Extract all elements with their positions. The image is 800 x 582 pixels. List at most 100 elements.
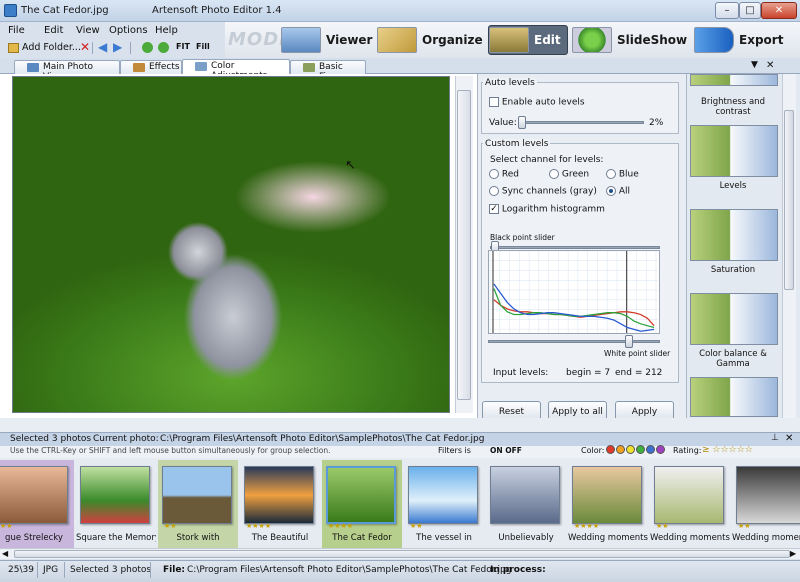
pin-icon[interactable]: ⊥	[771, 433, 779, 443]
filters-toggle[interactable]: ON OFF	[490, 446, 522, 455]
auto-levels-slider-knob[interactable]	[518, 116, 526, 129]
preset-color-balance-label[interactable]: Color balance & Gamma	[686, 349, 780, 369]
mode-export-button[interactable]: Export	[694, 25, 789, 55]
preset-saturation-label[interactable]: Saturation	[686, 265, 780, 275]
auto-levels-slider[interactable]	[518, 121, 644, 124]
arrow-left-icon[interactable]: ◀	[98, 40, 107, 54]
maximize-button[interactable]: □	[739, 2, 761, 19]
color-swatch-blue[interactable]	[646, 445, 655, 454]
mouse-cursor-icon: ↖	[345, 158, 356, 173]
mode-edit-button[interactable]: Edit	[488, 25, 568, 55]
fit-button[interactable]: FIT	[176, 42, 190, 51]
log-histogram-row[interactable]: ✓ Logarithm histogramm	[489, 204, 605, 215]
gallery-rating: ★★	[410, 522, 423, 530]
gallery-item[interactable]: ★★ The vessel in	[404, 460, 484, 548]
color-swatch-red[interactable]	[606, 445, 615, 454]
preset-levels-label[interactable]: Levels	[686, 181, 780, 191]
preset-saturation-thumb[interactable]	[690, 209, 778, 261]
channel-red-option[interactable]: Red	[489, 169, 519, 180]
panel-splitter[interactable]	[0, 418, 800, 432]
gallery-caption: Wedding moments	[732, 533, 800, 543]
gallery-thumbnail[interactable]	[244, 466, 314, 524]
channel-red-radio[interactable]	[489, 169, 499, 179]
menu-help[interactable]: Help	[155, 25, 178, 36]
gallery-item[interactable]: ★★ Wedding moments	[732, 460, 800, 548]
channel-blue-option[interactable]: Blue	[606, 169, 639, 180]
channel-all-radio[interactable]	[606, 186, 616, 196]
preset-brightness-contrast-label[interactable]: Brightness and contrast	[686, 97, 780, 117]
add-folder-button[interactable]: Add Folder...	[22, 42, 81, 53]
enable-auto-levels-checkbox[interactable]	[489, 97, 499, 107]
filters-label: Filters is	[438, 446, 471, 455]
mode-slideshow-button[interactable]: SlideShow	[572, 25, 693, 55]
color-filter-swatches[interactable]	[606, 445, 666, 455]
current-photo-path: C:\Program Files\Artensoft Photo Editor\…	[160, 434, 485, 444]
zoom-out-icon[interactable]	[158, 42, 169, 53]
scroll-left-icon[interactable]: ◀	[2, 549, 8, 558]
gallery-thumbnail[interactable]	[654, 466, 724, 524]
channel-green-radio[interactable]	[549, 169, 559, 179]
channel-sync-radio[interactable]	[489, 186, 499, 196]
channel-green-option[interactable]: Green	[549, 169, 589, 180]
gallery-caption: Square the Memory	[76, 533, 156, 543]
gallery-item[interactable]: ★★★★ Wedding moments	[568, 460, 648, 548]
tab-dropdown-icon[interactable]: ▼	[751, 60, 758, 70]
main-photo[interactable]	[12, 76, 450, 413]
remove-icon[interactable]: ✕	[80, 40, 90, 54]
menu-edit[interactable]: Edit	[44, 25, 63, 36]
tab-color-adjustments[interactable]: Color Adjustments	[182, 59, 290, 81]
gallery-thumbnail[interactable]	[0, 466, 68, 524]
photo-scrollbar-thumb[interactable]	[457, 90, 471, 400]
preset-brightness-contrast-thumb[interactable]	[690, 74, 778, 86]
color-swatch-yellow[interactable]	[626, 445, 635, 454]
color-swatch-purple[interactable]	[656, 445, 665, 454]
gallery-caption: Wedding moments	[568, 533, 648, 543]
channel-sync-option[interactable]: Sync channels (gray)	[489, 186, 597, 197]
gallery-item[interactable]: Unbelievably	[486, 460, 566, 548]
gallery-item[interactable]: ★★ gue Strelecky	[0, 460, 74, 548]
black-point-slider[interactable]	[490, 246, 660, 249]
tab-basic-fixes[interactable]: Basic Fixes	[290, 60, 366, 82]
close-window-button[interactable]: ✕	[761, 2, 797, 19]
preset-color-balance-thumb[interactable]	[690, 293, 778, 345]
tab-effects[interactable]: Effects	[120, 60, 182, 74]
gallery-item[interactable]: ★★★★ The Beautiful	[240, 460, 320, 548]
fill-button[interactable]: Fill	[196, 42, 210, 51]
white-point-slider[interactable]	[488, 340, 660, 343]
menu-view[interactable]: View	[76, 25, 100, 36]
menu-file[interactable]: File	[8, 25, 25, 36]
scroll-right-icon[interactable]: ▶	[790, 549, 796, 558]
enable-auto-levels-row[interactable]: Enable auto levels	[489, 97, 585, 108]
gallery-thumbnail[interactable]	[162, 466, 232, 524]
white-point-slider-knob[interactable]	[625, 335, 633, 348]
color-swatch-orange[interactable]	[616, 445, 625, 454]
gallery-thumbnail[interactable]	[736, 466, 800, 524]
gallery-item[interactable]: Square the Memory	[76, 460, 156, 548]
minimize-button[interactable]: –	[715, 2, 739, 19]
mode-organize-button[interactable]: Organize	[377, 25, 489, 55]
rating-filter-stars[interactable]: ≥ ☆☆☆☆☆	[702, 445, 753, 455]
gallery-thumbnail[interactable]	[572, 466, 642, 524]
tab-main-photo-view[interactable]: Main Photo View	[14, 60, 120, 82]
gallery-thumbnail[interactable]	[80, 466, 150, 524]
gallery-item[interactable]: ★★ Stork with	[158, 460, 238, 548]
channel-all-option[interactable]: All	[606, 186, 630, 197]
color-swatch-green[interactable]	[636, 445, 645, 454]
gallery-thumbnail[interactable]	[326, 466, 396, 524]
presets-scrollbar-thumb[interactable]	[784, 110, 794, 290]
gallery-item[interactable]: ★★ Wedding moments	[650, 460, 730, 548]
preset-next-thumb[interactable]	[690, 377, 778, 417]
arrow-right-icon[interactable]: ▶	[113, 40, 122, 54]
mode-viewer-button[interactable]: Viewer	[281, 25, 378, 55]
gallery-item[interactable]: ★★★★ The Cat Fedor	[322, 460, 402, 548]
gallery-scrollbar-thumb[interactable]	[14, 550, 790, 558]
channel-blue-radio[interactable]	[606, 169, 616, 179]
gallery-thumbnail[interactable]	[408, 466, 478, 524]
log-histogram-checkbox[interactable]: ✓	[489, 204, 499, 214]
zoom-in-icon[interactable]	[142, 42, 153, 53]
gallery-close-icon[interactable]: ✕	[785, 433, 793, 444]
gallery-thumbnail[interactable]	[490, 466, 560, 524]
tab-close-icon[interactable]: ✕	[766, 60, 774, 71]
preset-levels-thumb[interactable]	[690, 125, 778, 177]
menu-options[interactable]: Options	[109, 25, 148, 36]
